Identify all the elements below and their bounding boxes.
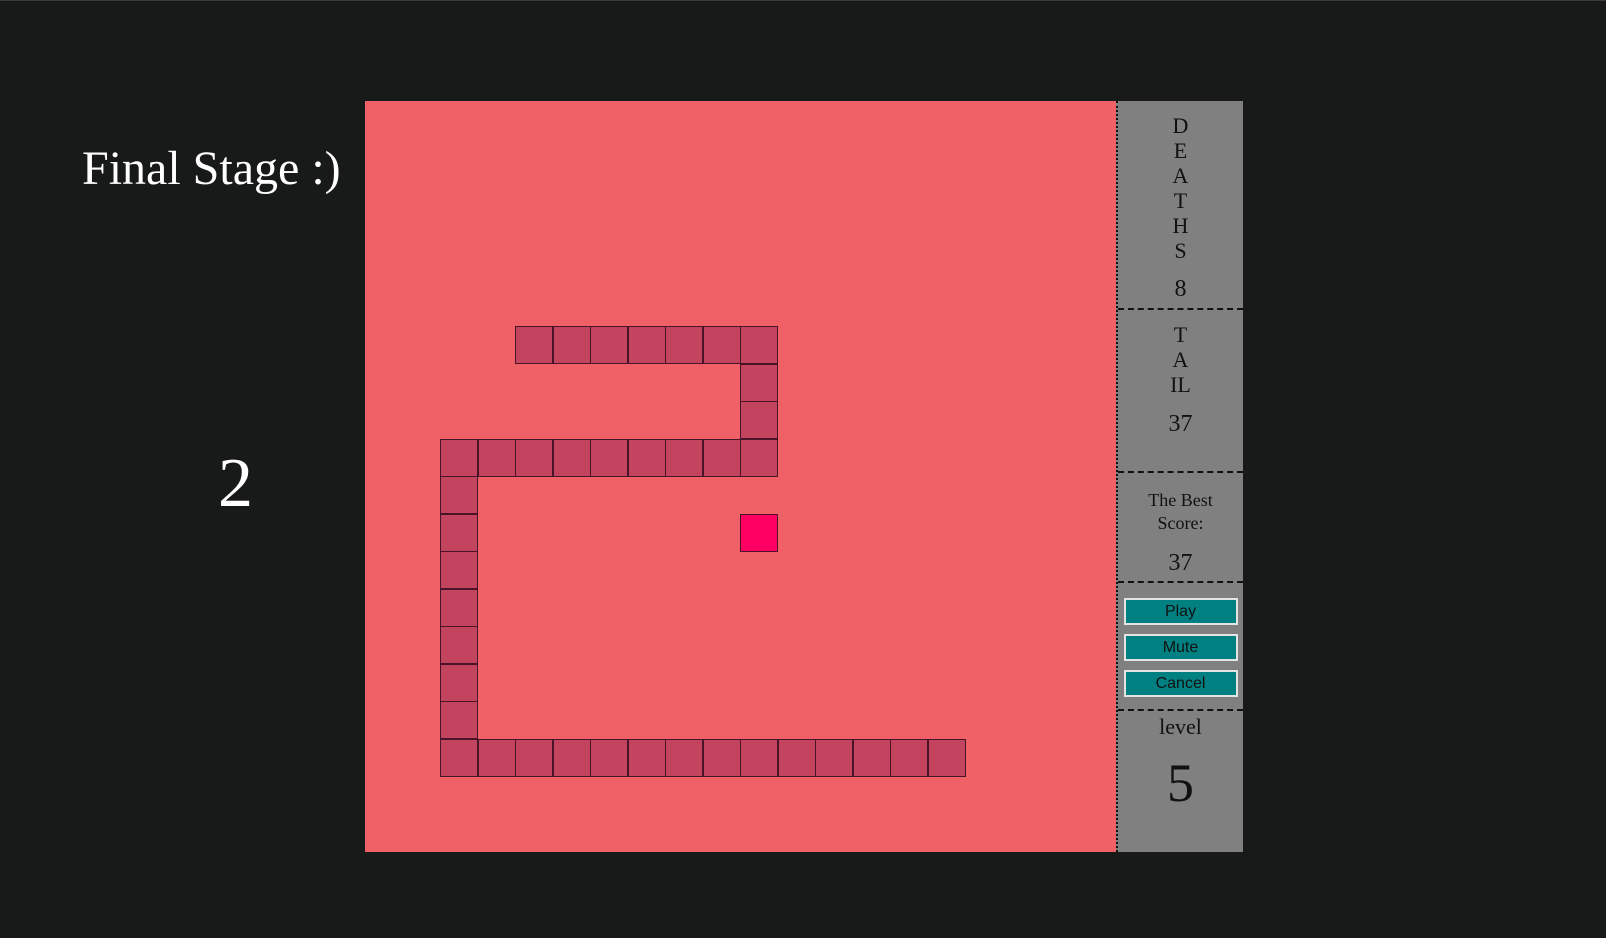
snake-segment xyxy=(628,739,666,777)
deaths-label: DEATHS xyxy=(1172,113,1189,263)
level-section: level 5 xyxy=(1118,711,1243,852)
snake-segment xyxy=(740,364,778,402)
snake-segment xyxy=(553,326,591,364)
snake-segment xyxy=(740,326,778,364)
best-score-value: 37 xyxy=(1168,550,1193,576)
stage-title: Final Stage :) xyxy=(82,142,341,195)
snake-segment xyxy=(515,439,553,477)
snake-segment xyxy=(440,551,478,589)
snake-segment xyxy=(440,739,478,777)
snake-segment xyxy=(515,326,553,364)
tail-label: TAIL xyxy=(1170,322,1191,397)
snake-segment xyxy=(440,439,478,477)
best-score-label: The Best Score: xyxy=(1148,490,1213,533)
snake-segment xyxy=(478,739,516,777)
deaths-value: 8 xyxy=(1174,276,1187,302)
snake-segment xyxy=(853,739,891,777)
snake-segment xyxy=(778,739,816,777)
cancel-button[interactable]: Cancel xyxy=(1123,670,1238,697)
snake-segment xyxy=(740,401,778,439)
game-board[interactable] xyxy=(365,101,1116,852)
level-value: 5 xyxy=(1167,753,1194,813)
snake-segment xyxy=(815,739,853,777)
side-panel: DEATHS 8 TAIL 37 The Best Score: 37 Play… xyxy=(1116,101,1243,852)
snake-segment xyxy=(440,701,478,739)
food-item xyxy=(740,514,778,552)
controls-section: Play Mute Cancel xyxy=(1118,583,1243,711)
snake-segment xyxy=(440,626,478,664)
snake-segment xyxy=(703,326,741,364)
snake-segment xyxy=(665,326,703,364)
snake-segment xyxy=(703,739,741,777)
snake-segment xyxy=(553,739,591,777)
tail-value: 37 xyxy=(1168,411,1193,437)
snake-segment xyxy=(740,439,778,477)
deaths-section: DEATHS 8 xyxy=(1118,113,1243,310)
snake-segment xyxy=(590,439,628,477)
snake-segment xyxy=(478,439,516,477)
snake-segment xyxy=(440,514,478,552)
snake-segment xyxy=(703,439,741,477)
snake-segment xyxy=(928,739,966,777)
best-score-section: The Best Score: 37 xyxy=(1118,473,1243,583)
snake-segment xyxy=(665,439,703,477)
snake-segment xyxy=(440,664,478,702)
snake-segment xyxy=(740,739,778,777)
snake-segment xyxy=(440,476,478,514)
play-button[interactable]: Play xyxy=(1123,598,1238,625)
snake-segment xyxy=(890,739,928,777)
snake-segment xyxy=(515,739,553,777)
tail-section: TAIL 37 xyxy=(1118,310,1243,473)
level-label: level xyxy=(1159,714,1202,739)
snake-segment xyxy=(590,739,628,777)
snake-segment xyxy=(665,739,703,777)
snake-segment xyxy=(628,326,666,364)
snake-segment xyxy=(628,439,666,477)
snake-segment xyxy=(553,439,591,477)
countdown-number: 2 xyxy=(218,445,253,522)
mute-button[interactable]: Mute xyxy=(1123,634,1238,661)
snake-segment xyxy=(590,326,628,364)
snake-segment xyxy=(440,589,478,627)
